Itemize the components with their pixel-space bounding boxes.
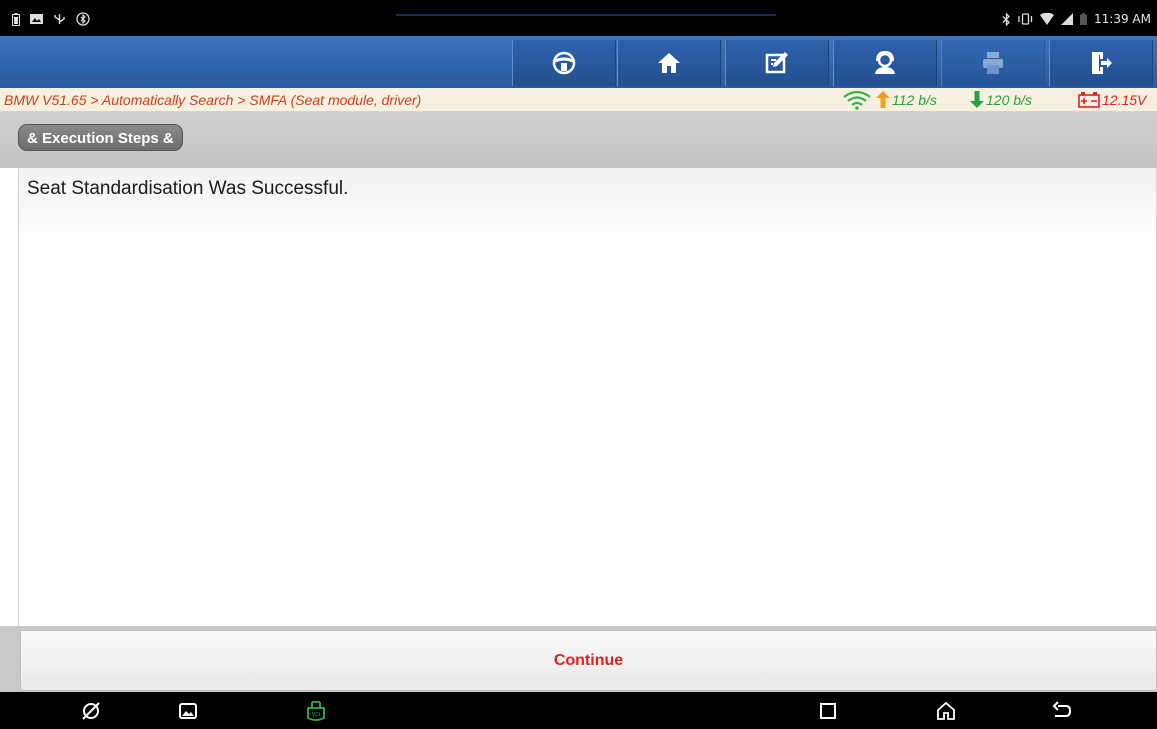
vci-connector-icon: VCI <box>307 701 325 721</box>
result-message: Seat Standardisation Was Successful. <box>27 178 349 199</box>
status-accent-strip <box>396 14 776 16</box>
android-nav-bar: VCI <box>0 692 1157 729</box>
printer-icon <box>983 52 1003 74</box>
section-title: & Execution Steps & <box>18 124 183 151</box>
usb-icon <box>54 13 65 24</box>
battery-small-icon <box>12 12 20 26</box>
feedback-button[interactable] <box>833 40 937 86</box>
bluetooth-badge-icon <box>76 12 90 26</box>
clock: 11:39 AM <box>1094 12 1151 26</box>
battery-voltage-value: 12.15V <box>1102 91 1147 108</box>
vci-nav-button[interactable]: VCI <box>304 699 328 723</box>
breadcrumb-bar: BMW V51.65 > Automatically Search > SMFA… <box>0 88 1157 112</box>
orbit-browser-icon <box>82 702 100 720</box>
battery-voltage: 12.15V <box>1078 91 1146 108</box>
edit-report-icon <box>765 52 788 74</box>
action-bar: Continue <box>0 626 1157 692</box>
system-status-icons: 11:39 AM <box>1002 12 1151 26</box>
diagnose-button[interactable] <box>512 40 616 86</box>
car-battery-icon <box>1078 92 1100 108</box>
bluetooth-icon <box>1002 12 1010 26</box>
back-arrow-icon <box>1052 701 1072 717</box>
main-toolbar <box>0 36 1157 88</box>
download-rate: 120 b/s <box>970 91 1032 108</box>
android-home-icon <box>937 701 955 720</box>
wifi-icon <box>1040 13 1055 25</box>
upload-rate-value: 112 b/s <box>892 91 937 108</box>
gallery-notification-icon <box>30 14 43 24</box>
download-arrow-icon <box>970 91 984 108</box>
report-button[interactable] <box>725 40 829 86</box>
notification-icons <box>12 12 90 26</box>
home-icon <box>658 53 680 73</box>
recents-icon <box>820 703 836 719</box>
breadcrumb: BMW V51.65 > Automatically Search > SMFA… <box>4 92 422 108</box>
upload-arrow-icon <box>876 91 890 108</box>
message-panel: Seat Standardisation Was Successful. <box>18 168 1157 626</box>
gallery-icon <box>179 703 197 719</box>
app-root: 11:39 AM BMW V51.65 > Automatically Sear… <box>0 0 1157 729</box>
battery-icon <box>1080 13 1088 25</box>
download-rate-value: 120 b/s <box>986 91 1032 108</box>
print-button[interactable] <box>941 40 1045 86</box>
android-status-bar: 11:39 AM <box>0 0 1157 36</box>
svg-text:VCI: VCI <box>312 712 320 718</box>
section-header: & Execution Steps & <box>0 112 1157 168</box>
browser-nav-button[interactable] <box>79 699 103 723</box>
gallery-nav-button[interactable] <box>176 699 200 723</box>
exit-button[interactable] <box>1049 40 1153 86</box>
cell-signal-icon <box>1061 13 1074 25</box>
wifi-signal-icon <box>843 90 871 110</box>
upload-rate: 112 b/s <box>876 91 937 108</box>
support-agent-icon <box>875 50 895 74</box>
home-button[interactable] <box>617 40 721 86</box>
back-nav-button[interactable] <box>1050 699 1074 723</box>
recents-nav-button[interactable] <box>816 699 840 723</box>
home-nav-button[interactable] <box>934 699 958 723</box>
exit-door-icon <box>1092 52 1112 74</box>
vibrate-icon <box>1018 13 1033 25</box>
steering-wheel-icon <box>552 51 576 75</box>
continue-button[interactable]: Continue <box>20 630 1157 691</box>
continue-label: Continue <box>553 651 624 669</box>
